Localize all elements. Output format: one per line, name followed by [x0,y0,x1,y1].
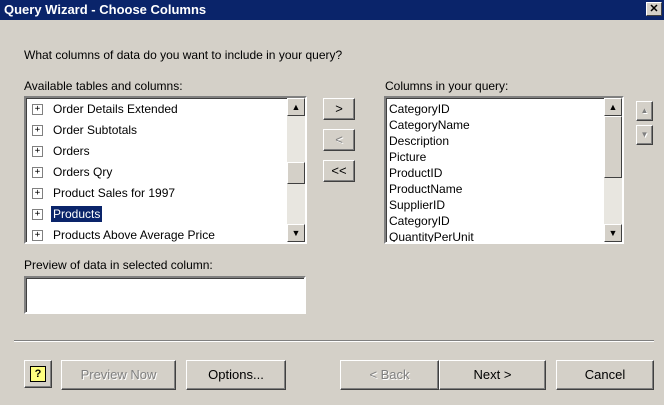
query-scroll-thumb[interactable] [604,116,622,178]
available-table-label: Order Subtotals [53,123,138,138]
query-column-item[interactable]: Picture [386,149,600,165]
help-button[interactable]: ? [24,360,52,388]
remove-column-label: < [335,132,343,147]
expand-icon[interactable]: + [32,230,43,242]
expand-icon[interactable]: + [32,146,43,158]
query-scrollbar[interactable]: ▲ ▼ [604,98,622,242]
expand-icon[interactable]: + [32,167,43,179]
available-table-label: Orders [53,144,90,159]
help-icon: ? [30,366,46,382]
available-table-label: Products Above Average Price [53,228,215,243]
prompt-text: What columns of data do you want to incl… [24,48,343,62]
move-down-button[interactable]: ▼ [636,125,653,145]
move-down-icon: ▼ [640,130,649,139]
available-table-label: Orders Qry [53,165,113,180]
add-column-label: > [335,101,343,116]
available-table-item[interactable]: + Product Sales for 1997 [26,183,286,204]
next-button[interactable]: Next > [439,360,546,390]
available-table-item[interactable]: + Order Details Extended [26,99,286,120]
expand-icon[interactable]: + [32,125,43,137]
scroll-up-button[interactable]: ▲ [287,98,305,116]
query-columns-list[interactable]: CategoryID CategoryName Description Picture… [384,96,624,244]
expand-icon[interactable]: + [32,209,43,221]
options-button[interactable]: Options... [186,360,286,390]
close-button[interactable]: ✕ [646,2,662,16]
expand-icon[interactable]: + [32,104,43,116]
preview-label: Preview of data in selected column: [24,258,213,272]
preview-now-button[interactable]: Preview Now [61,360,176,390]
query-column-item[interactable]: SupplierID [386,197,600,213]
expand-icon[interactable]: + [32,188,43,200]
available-table-label: Product Sales for 1997 [53,186,176,201]
available-scrollbar[interactable]: ▲ ▼ [287,98,305,242]
query-scroll-down-button[interactable]: ▼ [604,224,622,242]
title-bar: Query Wizard - Choose Columns ✕ [0,0,664,20]
query-column-item[interactable]: Description [386,133,600,149]
available-label: Available tables and columns: [24,79,183,93]
cancel-button[interactable]: Cancel [556,360,654,390]
footer-separator [14,340,654,342]
available-table-item[interactable]: + Order Subtotals [26,120,286,141]
query-column-item[interactable]: CategoryName [386,117,600,133]
close-icon: ✕ [649,3,659,15]
window-title: Query Wizard - Choose Columns [4,2,207,17]
move-up-icon: ▲ [640,106,649,115]
query-column-item[interactable]: ProductName [386,181,600,197]
available-table-item[interactable]: + Products [26,204,286,225]
query-scroll-down-icon: ▼ [608,228,618,238]
available-table-item[interactable]: + Products Above Average Price [26,225,286,243]
available-table-item[interactable]: + Orders [26,141,286,162]
scroll-down-icon: ▼ [291,228,301,238]
scroll-thumb[interactable] [287,162,305,184]
add-column-button[interactable]: > [323,98,355,120]
preview-field[interactable] [24,276,306,314]
remove-all-columns-label: << [331,163,347,178]
query-column-item[interactable]: CategoryID [386,101,600,117]
back-button[interactable]: < Back [340,360,439,390]
query-column-item[interactable]: QuantityPerUnit [386,229,600,242]
remove-all-columns-button[interactable]: << [323,160,355,182]
available-table-label: Products [51,206,103,223]
scroll-down-button[interactable]: ▼ [287,224,305,242]
remove-column-button[interactable]: < [323,129,355,151]
query-column-item[interactable]: ProductID [386,165,600,181]
available-tables-list[interactable]: + Order Details Extended + Order Subtotals +… [24,96,307,244]
query-columns-label: Columns in your query: [385,79,509,93]
query-scroll-up-icon: ▲ [608,102,618,112]
query-column-item[interactable]: CategoryID [386,213,600,229]
query-scroll-up-button[interactable]: ▲ [604,98,622,116]
available-table-item[interactable]: + Orders Qry [26,162,286,183]
available-table-label: Order Details Extended [53,102,178,117]
move-up-button[interactable]: ▲ [636,101,653,121]
scroll-up-icon: ▲ [291,102,301,112]
